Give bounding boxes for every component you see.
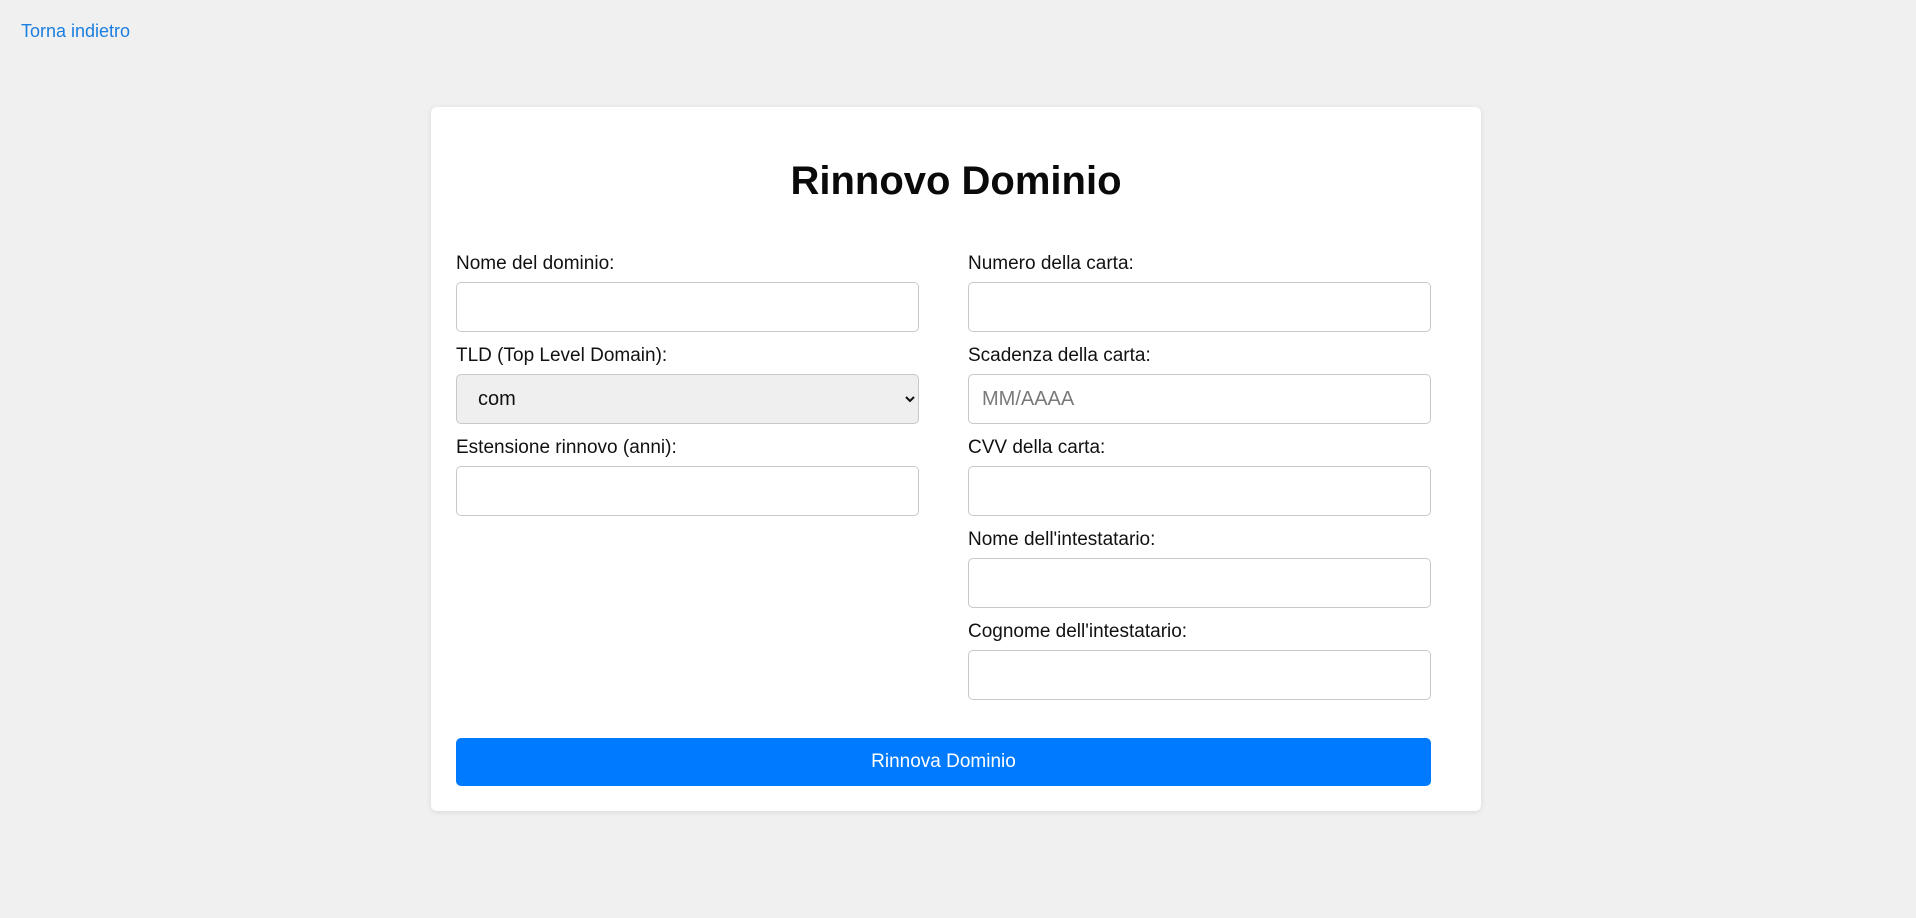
renewal-years-field: Estensione rinnovo (anni): xyxy=(456,437,919,516)
holder-last-name-label: Cognome dell'intestatario: xyxy=(968,621,1188,642)
renewal-form-card: Rinnovo Dominio Nome del dominio: TLD (T… xyxy=(431,107,1481,811)
domain-name-label: Nome del dominio: xyxy=(456,253,615,274)
renew-domain-button[interactable]: Rinnova Dominio xyxy=(456,738,1431,786)
holder-first-name-field: Nome dell'intestatario: xyxy=(968,529,1431,608)
card-cvv-field: CVV della carta: xyxy=(968,437,1431,516)
card-expiry-input[interactable] xyxy=(968,374,1431,424)
renewal-years-input[interactable] xyxy=(456,466,919,516)
tld-label: TLD (Top Level Domain): xyxy=(456,345,668,366)
card-number-input[interactable] xyxy=(968,282,1431,332)
holder-last-name-field: Cognome dell'intestatario: xyxy=(968,621,1431,700)
card-cvv-label: CVV della carta: xyxy=(968,437,1106,458)
renewal-years-label: Estensione rinnovo (anni): xyxy=(456,437,677,458)
card-number-label: Numero della carta: xyxy=(968,253,1134,274)
card-number-field: Numero della carta: xyxy=(968,253,1431,332)
card-expiry-label: Scadenza della carta: xyxy=(968,345,1151,366)
tld-select[interactable]: com xyxy=(456,374,919,424)
domain-name-field: Nome del dominio: xyxy=(456,253,919,332)
back-link[interactable]: Torna indietro xyxy=(21,21,130,42)
holder-last-name-input[interactable] xyxy=(968,650,1431,700)
domain-column: Nome del dominio: TLD (Top Level Domain)… xyxy=(456,253,919,529)
domain-name-input[interactable] xyxy=(456,282,919,332)
card-expiry-field: Scadenza della carta: xyxy=(968,345,1431,424)
card-cvv-input[interactable] xyxy=(968,466,1431,516)
payment-column: Numero della carta: Scadenza della carta… xyxy=(968,253,1431,713)
tld-field: TLD (Top Level Domain): com xyxy=(456,345,919,424)
holder-first-name-input[interactable] xyxy=(968,558,1431,608)
page-title: Rinnovo Dominio xyxy=(790,159,1122,203)
holder-first-name-label: Nome dell'intestatario: xyxy=(968,529,1156,550)
